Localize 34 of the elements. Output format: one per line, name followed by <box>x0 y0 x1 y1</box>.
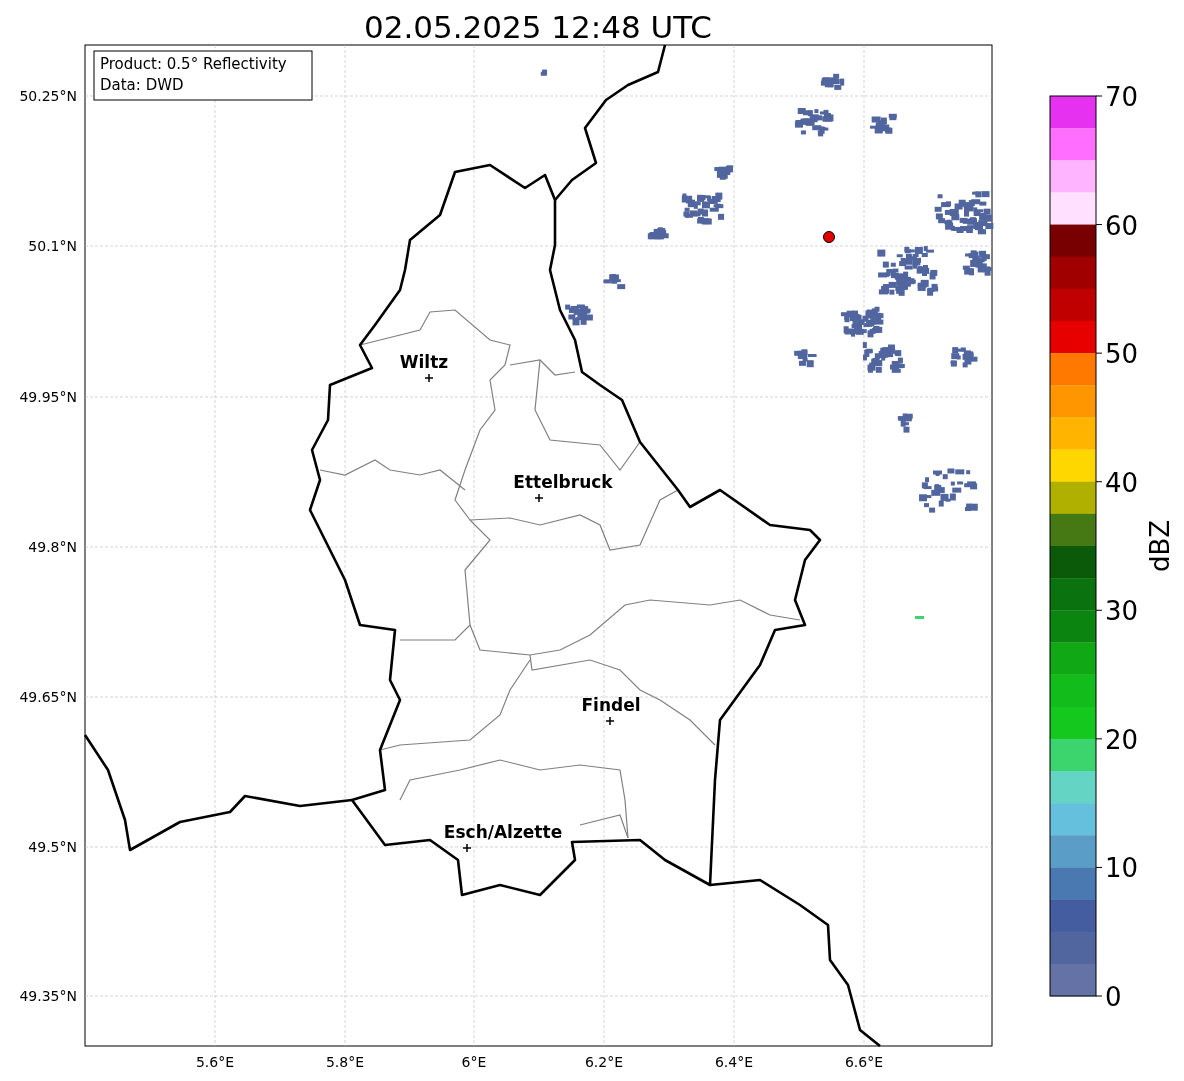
colorbar-tick-label: 50 <box>1105 339 1139 370</box>
latitude-label: 50.25°N <box>19 88 77 104</box>
city-label: Esch/Alzette <box>443 822 563 842</box>
longitude-label: 6°E <box>461 1054 487 1070</box>
longitude-label: 6.6°E <box>844 1054 884 1070</box>
latitude-label: 50.1°N <box>28 238 77 254</box>
latitude-label: 49.95°N <box>19 389 77 405</box>
info-text: Product: 0.5° Reflectivity <box>100 55 287 73</box>
colorbar-tick-label: 10 <box>1105 853 1139 884</box>
latitude-label: 49.35°N <box>19 988 77 1004</box>
city-label: Findel <box>581 695 641 715</box>
longitude-label: 6.4°E <box>714 1054 754 1070</box>
colorbar-tick-label: 30 <box>1105 596 1139 627</box>
city-marker-icon <box>605 716 615 726</box>
latitude-label: 49.5°N <box>28 839 77 855</box>
colorbar-tick-label: 0 <box>1105 982 1122 1012</box>
colorbar-label: dBZ <box>1145 519 1175 573</box>
city-label: Ettelbruck <box>513 472 613 492</box>
longitude-label: 6.2°E <box>584 1054 624 1070</box>
longitude-label: 5.6°E <box>195 1054 235 1070</box>
latitude-label: 49.65°N <box>19 689 77 705</box>
latitude-label: 49.8°N <box>28 539 77 555</box>
chart-title: 02.05.2025 12:48 UTC <box>364 9 712 45</box>
city-marker-icon <box>534 493 544 503</box>
city-marker-icon <box>462 843 472 853</box>
city-marker-icon <box>424 373 434 383</box>
colorbar-tick-label: 60 <box>1105 210 1139 241</box>
info-text: Data: DWD <box>100 76 184 94</box>
city-label: Wiltz <box>399 352 449 372</box>
colorbar-tick-label: 70 <box>1105 82 1139 112</box>
longitude-label: 5.8°E <box>325 1054 365 1070</box>
colorbar-tick-label: 20 <box>1105 724 1139 755</box>
colorbar-tick-label: 40 <box>1105 467 1139 498</box>
radar-site-marker <box>823 231 835 243</box>
